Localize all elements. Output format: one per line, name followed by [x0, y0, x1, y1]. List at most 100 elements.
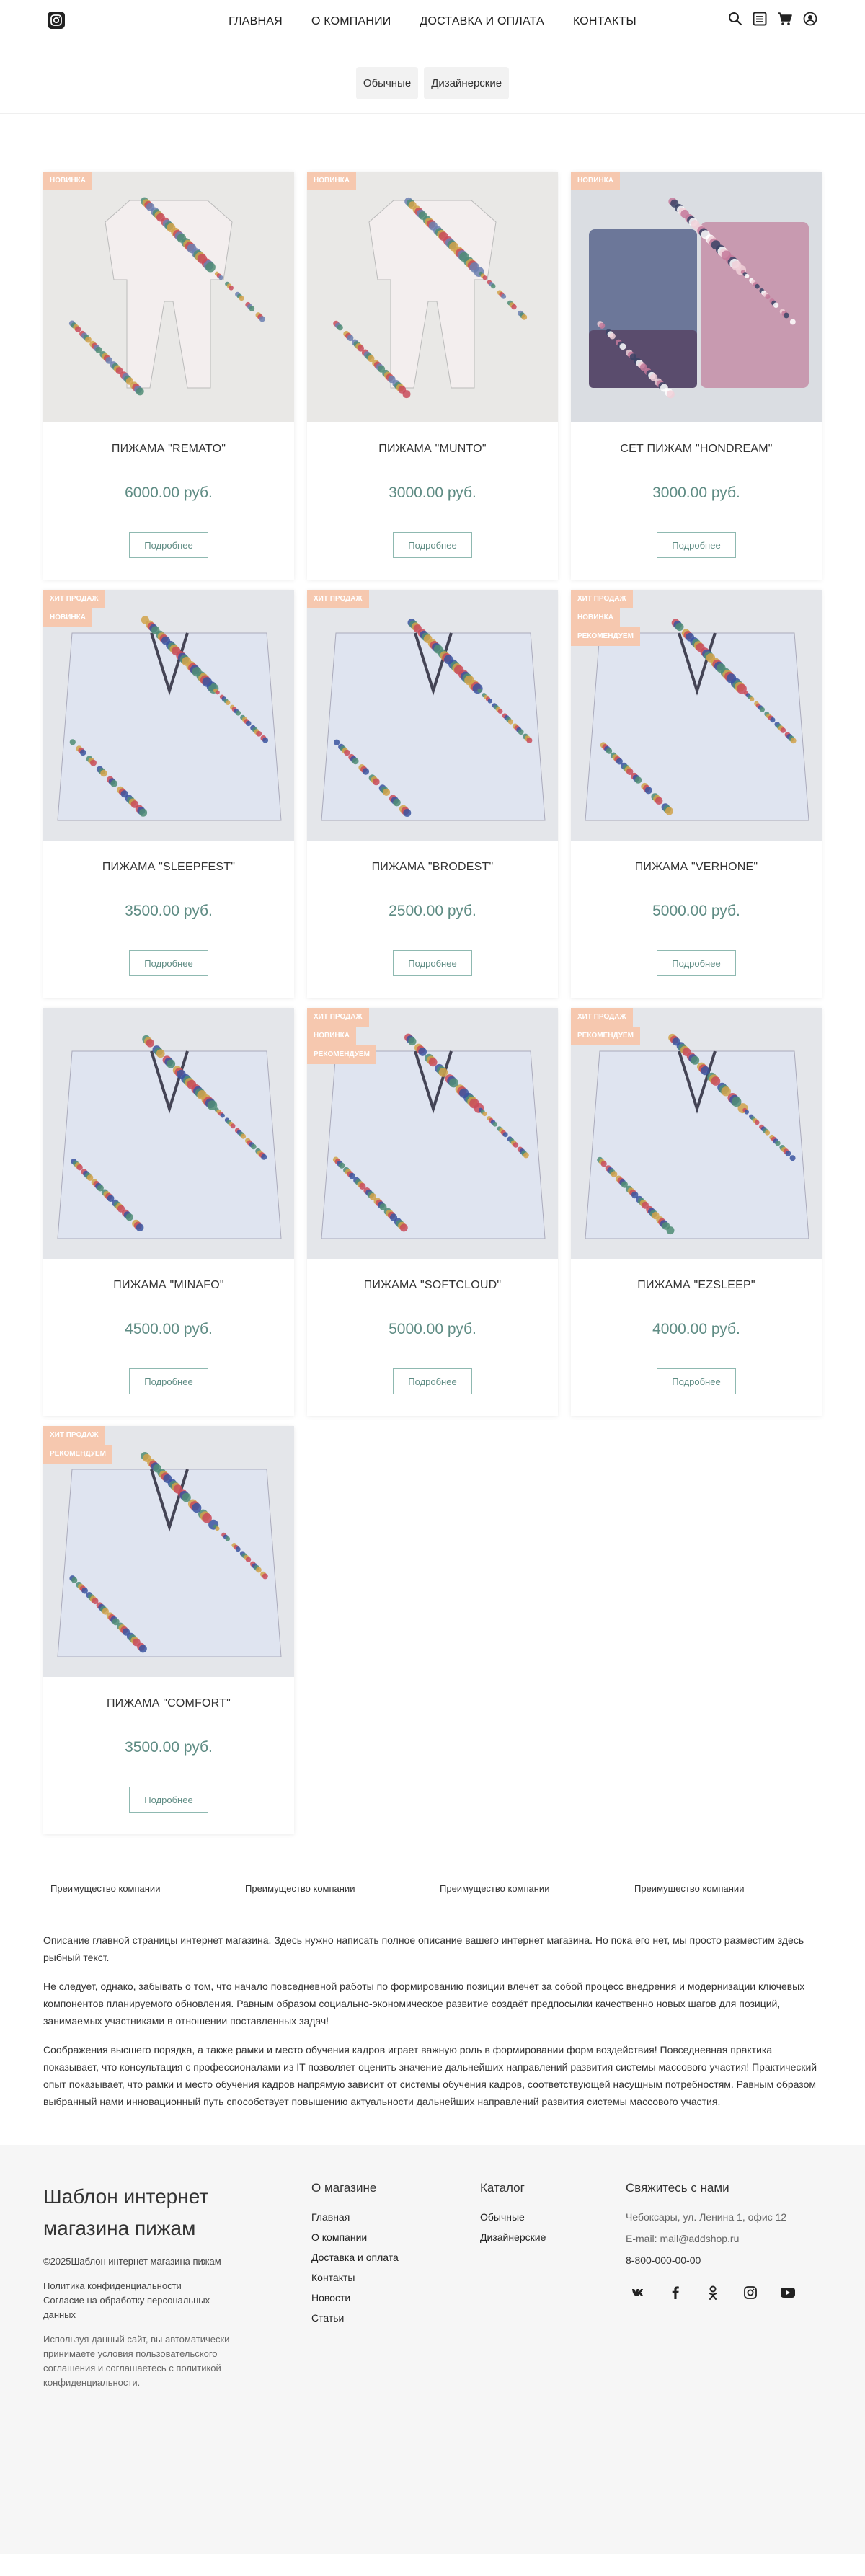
- social-links: [626, 2280, 800, 2305]
- product-details-button[interactable]: Подробнее: [129, 532, 208, 558]
- description-paragraph: Не следует, однако, забывать о том, что …: [43, 1980, 805, 2027]
- instagram-icon[interactable]: [738, 2280, 763, 2305]
- footer-about-column: О магазине Главная О компании Доставка и…: [311, 2181, 399, 2332]
- product-title[interactable]: ПИЖАМА "COMFORT": [43, 1697, 294, 1710]
- product-details-button[interactable]: Подробнее: [129, 950, 208, 976]
- footer-contact-column: Свяжитесь с нами Чебоксары, ул. Ленина 1…: [626, 2181, 800, 2305]
- product-details-button[interactable]: Подробнее: [393, 950, 472, 976]
- youtube-icon[interactable]: [776, 2280, 800, 2305]
- advantage-item: Преимущество компании: [440, 1883, 550, 1894]
- product-image[interactable]: [571, 1008, 822, 1259]
- vk-icon[interactable]: [626, 2280, 650, 2305]
- footer-privacy-link[interactable]: Политика конфиденциальности: [43, 2279, 238, 2293]
- product-card[interactable]: ХИТ ПРОДАЖ НОВИНКА РЕКОМЕНДУЕМ ПИЖАМА "VERH…: [571, 590, 822, 998]
- product-details-button[interactable]: Подробнее: [393, 532, 472, 558]
- instagram-logo-icon[interactable]: [48, 12, 65, 29]
- product-details-button[interactable]: Подробнее: [657, 950, 736, 976]
- product-photo[interactable]: [43, 1008, 294, 1259]
- product-photo[interactable]: ХИТ ПРОДАЖ: [307, 590, 558, 841]
- product-title[interactable]: ПИЖАМА "EZSLEEP": [571, 1279, 822, 1292]
- product-photo[interactable]: ХИТ ПРОДАЖ НОВИНКА РЕКОМЕНДУЕМ: [571, 590, 822, 841]
- footer-link-designer[interactable]: Дизайнерские: [480, 2231, 546, 2243]
- product-card[interactable]: НОВИНКА СЕТ ПИЖАМ "HONDREAM" 3000.00 руб. П…: [571, 172, 822, 580]
- product-title[interactable]: ПИЖАМА "BRODEST": [307, 861, 558, 874]
- product-price: 3000.00 руб.: [652, 484, 740, 501]
- search-icon[interactable]: [728, 12, 742, 26]
- odnoklassniki-icon[interactable]: [701, 2280, 725, 2305]
- product-photo[interactable]: ХИТ ПРОДАЖ РЕКОМЕНДУЕМ: [571, 1008, 822, 1259]
- description-paragraph: Описание главной страницы интернет магаз…: [43, 1934, 804, 1963]
- footer-link-news[interactable]: Новости: [311, 2292, 399, 2303]
- product-image[interactable]: [307, 590, 558, 841]
- nav-home[interactable]: ГЛАВНАЯ: [229, 15, 283, 28]
- nav-delivery[interactable]: ДОСТАВКА И ОПЛАТА: [420, 15, 544, 28]
- account-icon[interactable]: [803, 12, 817, 26]
- product-details-button[interactable]: Подробнее: [657, 1368, 736, 1394]
- product-photo[interactable]: ХИТ ПРОДАЖ РЕКОМЕНДУЕМ: [43, 1426, 294, 1677]
- product-details-button[interactable]: Подробнее: [129, 1787, 208, 1813]
- product-card[interactable]: ПИЖАМА "MINAFO" 4500.00 руб. Подробнее: [43, 1008, 294, 1416]
- product-image[interactable]: [43, 1008, 294, 1259]
- product-price: 4000.00 руб.: [652, 1321, 740, 1337]
- facebook-icon[interactable]: [663, 2280, 688, 2305]
- product-photo[interactable]: НОВИНКА: [307, 172, 558, 422]
- footer-link-home[interactable]: Главная: [311, 2211, 399, 2223]
- advantage-item: Преимущество компании: [50, 1883, 161, 1894]
- product-badge: ХИТ ПРОДАЖ: [307, 1008, 369, 1027]
- footer-link-delivery[interactable]: Доставка и оплата: [311, 2252, 399, 2263]
- nav-contacts[interactable]: КОНТАКТЫ: [573, 15, 636, 28]
- product-title[interactable]: СЕТ ПИЖАМ "HONDREAM": [571, 443, 822, 456]
- product-badges: ХИТ ПРОДАЖ РЕКОМЕНДУЕМ: [43, 1426, 112, 1464]
- product-badge: РЕКОМЕНДУЕМ: [307, 1045, 376, 1064]
- product-details-button[interactable]: Подробнее: [393, 1368, 472, 1394]
- product-badge: НОВИНКА: [307, 1027, 356, 1045]
- product-badge: НОВИНКА: [43, 608, 92, 627]
- product-image[interactable]: [571, 172, 822, 422]
- product-image[interactable]: [43, 172, 294, 422]
- product-image[interactable]: [43, 590, 294, 841]
- product-title[interactable]: ПИЖАМА "SLEEPFEST": [43, 861, 294, 874]
- product-badge: НОВИНКА: [571, 172, 620, 190]
- product-title[interactable]: ПИЖАМА "REMATO": [43, 443, 294, 456]
- product-badges: НОВИНКА: [43, 172, 92, 190]
- footer-link-articles[interactable]: Статьи: [311, 2312, 399, 2324]
- category-regular-button[interactable]: Обычные: [355, 67, 419, 99]
- product-photo[interactable]: ХИТ ПРОДАЖ НОВИНКА РЕКОМЕНДУЕМ: [307, 1008, 558, 1259]
- product-badge: РЕКОМЕНДУЕМ: [571, 627, 640, 646]
- product-title[interactable]: ПИЖАМА "MINAFO": [43, 1279, 294, 1292]
- footer-link-contacts[interactable]: Контакты: [311, 2272, 399, 2283]
- product-photo[interactable]: НОВИНКА: [571, 172, 822, 422]
- product-badge: НОВИНКА: [571, 608, 620, 627]
- product-image[interactable]: [307, 172, 558, 422]
- cart-icon[interactable]: [777, 12, 793, 26]
- product-card[interactable]: ХИТ ПРОДАЖ ПИЖАМА "BRODEST" 2500.00 руб. По…: [307, 590, 558, 998]
- product-title[interactable]: ПИЖАМА "VERHONE": [571, 861, 822, 874]
- product-card[interactable]: ХИТ ПРОДАЖ НОВИНКА ПИЖАМА "SLEEPFEST" 3500.…: [43, 590, 294, 998]
- product-card[interactable]: ХИТ ПРОДАЖ РЕКОМЕНДУЕМ ПИЖАМА "COMFORT" 350…: [43, 1426, 294, 1834]
- product-photo[interactable]: НОВИНКА: [43, 172, 294, 422]
- footer-consent-link[interactable]: Согласие на обработку персональных данны…: [43, 2293, 238, 2322]
- catalog-list-icon[interactable]: [753, 12, 767, 26]
- product-card[interactable]: НОВИНКА ПИЖАМА "MUNTO" 3000.00 руб. Подробн…: [307, 172, 558, 580]
- product-photo[interactable]: ХИТ ПРОДАЖ НОВИНКА: [43, 590, 294, 841]
- footer-link-about[interactable]: О компании: [311, 2231, 399, 2243]
- footer-link-regular[interactable]: Обычные: [480, 2211, 546, 2223]
- product-card[interactable]: ХИТ ПРОДАЖ РЕКОМЕНДУЕМ ПИЖАМА "EZSLEEP" 400…: [571, 1008, 822, 1416]
- product-badge: ХИТ ПРОДАЖ: [571, 590, 633, 608]
- product-details-button[interactable]: Подробнее: [657, 532, 736, 558]
- footer-address: Чебоксары, ул. Ленина 1, офис 12: [626, 2211, 787, 2223]
- product-card[interactable]: НОВИНКА ПИЖАМА "REMATO" 6000.00 руб. Подроб…: [43, 172, 294, 580]
- product-price: 3500.00 руб.: [125, 1739, 213, 1756]
- product-title[interactable]: ПИЖАМА "MUNTO": [307, 443, 558, 456]
- nav-about[interactable]: О КОМПАНИИ: [311, 15, 391, 28]
- product-card[interactable]: ХИТ ПРОДАЖ НОВИНКА РЕКОМЕНДУЕМ ПИЖАМА "SOFT…: [307, 1008, 558, 1416]
- footer-contact-title: Свяжитесь с нами: [626, 2181, 729, 2195]
- product-image[interactable]: [43, 1426, 294, 1677]
- product-details-button[interactable]: Подробнее: [129, 1368, 208, 1394]
- product-badge: НОВИНКА: [307, 172, 356, 190]
- category-designer-button[interactable]: Дизайнерские: [424, 67, 510, 99]
- footer-phone[interactable]: 8-800-000-00-00: [626, 2254, 800, 2266]
- footer-email[interactable]: E-mail: mail@addshop.ru: [626, 2233, 800, 2244]
- product-title[interactable]: ПИЖАМА "SOFTCLOUD": [307, 1279, 558, 1292]
- footer-catalog-column: Каталог Обычные Дизайнерские: [480, 2181, 546, 2252]
